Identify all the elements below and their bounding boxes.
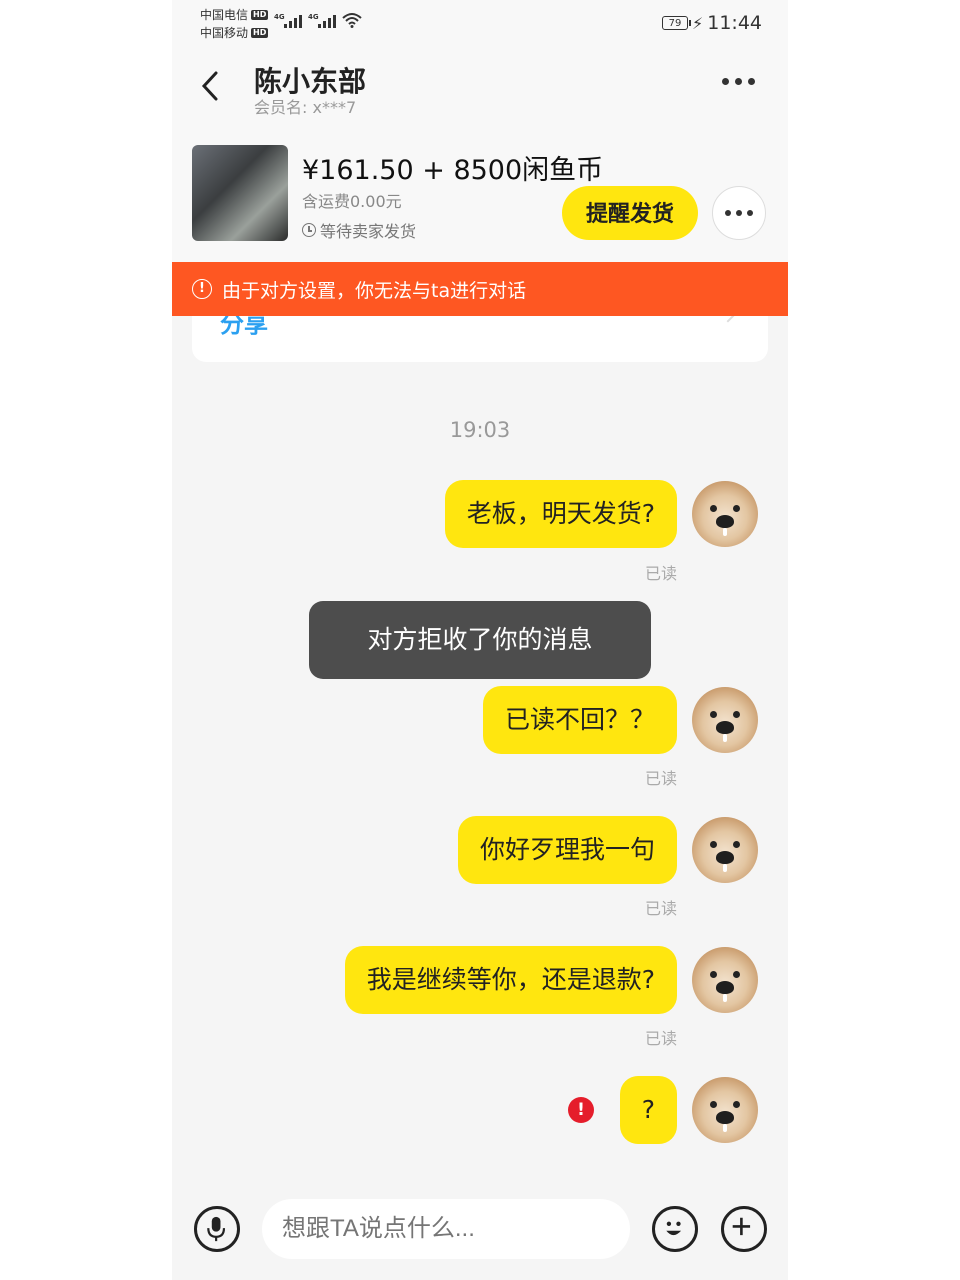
microphone-icon[interactable] <box>194 1206 240 1252</box>
product-price: ¥161.50 + 8500闲鱼币 <box>302 155 604 186</box>
message-bubble[interactable]: 我是继续等你，还是退款? <box>344 946 677 1014</box>
avatar[interactable] <box>692 687 758 753</box>
warning-icon: ! <box>192 279 212 299</box>
signal-icon: 4G <box>274 13 302 28</box>
clock-time: 11:44 <box>707 12 762 34</box>
shipping-fee: 含运费0.00元 <box>302 192 402 211</box>
avatar[interactable] <box>692 1077 758 1143</box>
more-options-icon[interactable] <box>722 78 755 85</box>
read-status: 已读 <box>644 564 677 583</box>
member-name: 会员名: x***7 <box>254 98 357 117</box>
back-arrow-icon[interactable] <box>198 70 226 102</box>
signal-icon: 4G <box>308 13 336 28</box>
product-thumbnail[interactable] <box>192 145 288 241</box>
product-more-button[interactable] <box>712 186 766 240</box>
message-bubble[interactable]: 已读不回？？ <box>482 686 677 754</box>
read-status: 已读 <box>644 1029 677 1048</box>
order-status-text: 等待卖家发货 <box>320 222 417 241</box>
message-bubble[interactable]: 你好歹理我一句 <box>457 816 677 884</box>
read-status: 已读 <box>644 769 677 788</box>
wifi-icon <box>342 13 362 28</box>
signal-icons: 4G 4G <box>274 12 362 28</box>
chat-timestamp: 19:03 <box>449 418 511 442</box>
avatar[interactable] <box>692 947 758 1013</box>
read-status: 已读 <box>644 899 677 918</box>
hd-badge: HD <box>251 28 269 38</box>
emoji-icon[interactable] <box>652 1206 698 1252</box>
avatar[interactable] <box>692 481 758 547</box>
order-status: 等待卖家发货 <box>302 218 416 242</box>
chat-screen: 中国电信 HD 中国移动 HD 4G 4G 79 ⚡ 11:44 陈小东部 会员名:… <box>172 0 788 1280</box>
hd-badge: HD <box>251 10 269 20</box>
message-input[interactable] <box>262 1199 630 1259</box>
battery-icon: 79 <box>662 16 691 30</box>
carrier-2: 中国移动 <box>200 26 249 40</box>
plus-icon[interactable] <box>721 1206 767 1252</box>
carrier-1: 中国电信 <box>200 8 249 22</box>
clock-icon <box>302 223 316 237</box>
status-right: 79 ⚡ 11:44 <box>662 12 762 34</box>
message-bubble[interactable]: 老板，明天发货? <box>444 480 677 548</box>
avatar[interactable] <box>692 817 758 883</box>
warning-text: 由于对方设置，你无法与ta进行对话 <box>222 279 527 302</box>
message-bubble[interactable]: ? <box>619 1076 677 1144</box>
remind-ship-button[interactable]: 提醒发货 <box>562 186 698 240</box>
toast-message: 对方拒收了你的消息 <box>309 601 651 679</box>
charging-icon: ⚡ <box>692 13 704 33</box>
send-failed-icon[interactable]: ! <box>568 1097 594 1123</box>
warning-banner: ! 由于对方设置，你无法与ta进行对话 <box>172 262 788 316</box>
status-carriers: 中国电信 HD 中国移动 HD <box>200 6 269 42</box>
